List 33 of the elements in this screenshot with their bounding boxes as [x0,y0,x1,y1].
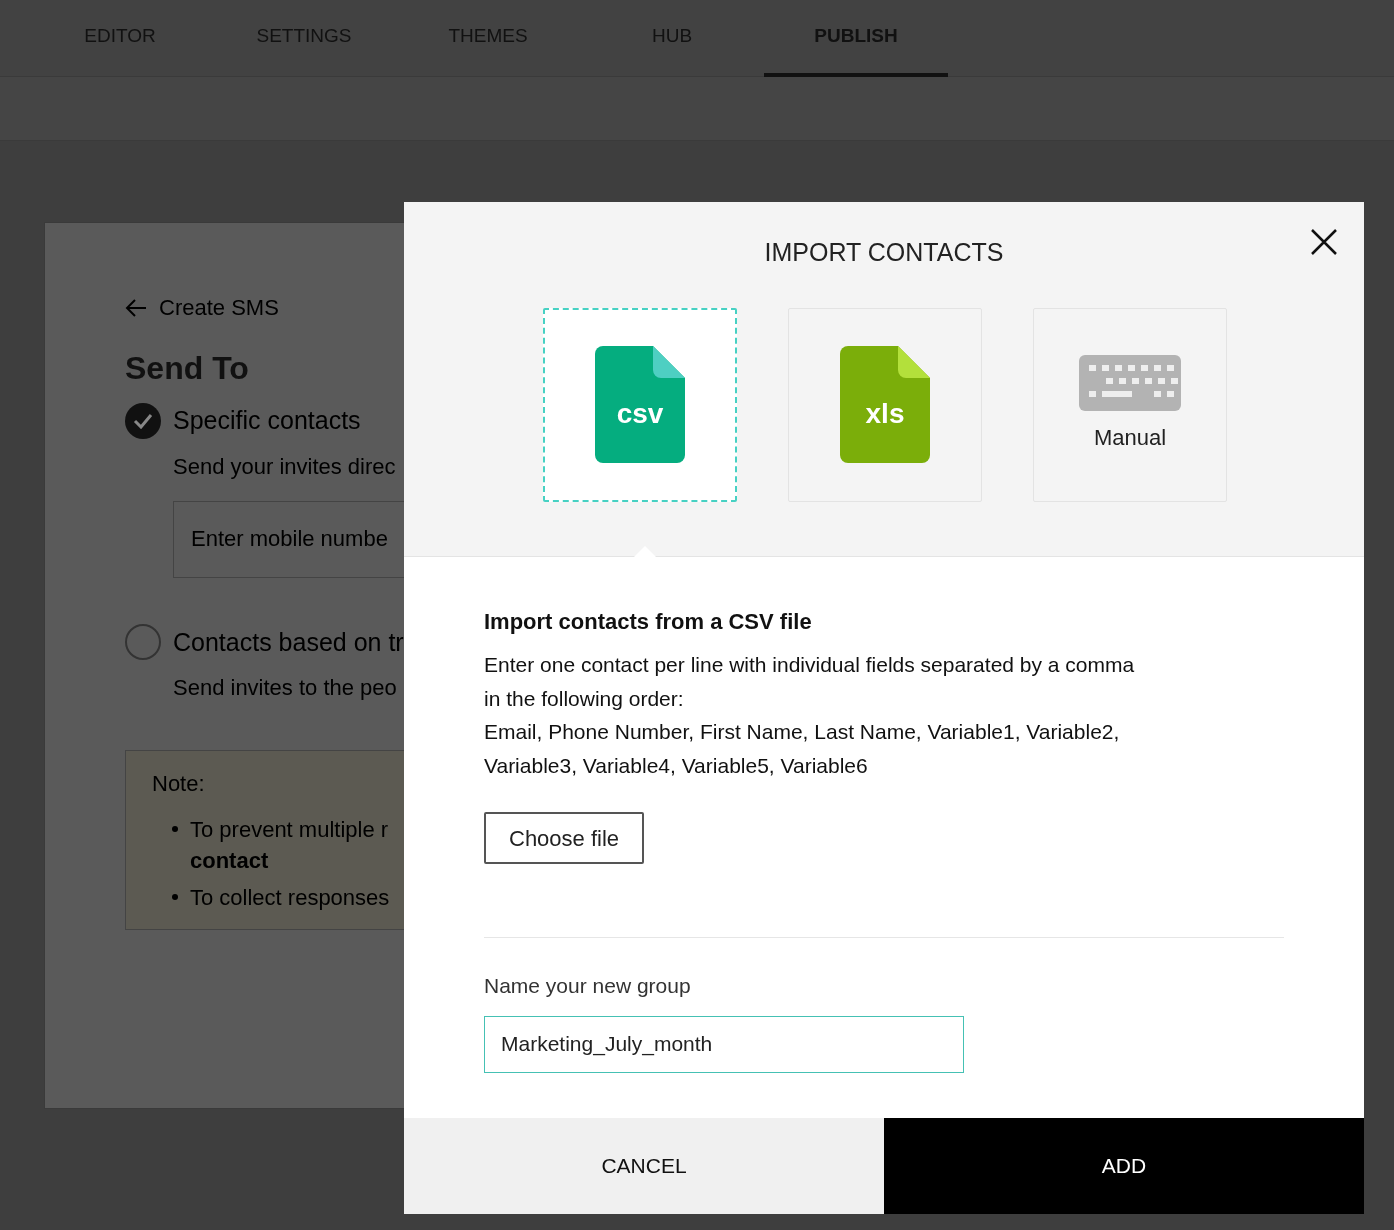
instruction-text: Enter one contact per line with individual fields separated by a comma in the following order: [484,652,1136,712]
import-source-option[interactable]: Manual [1033,307,1227,502]
add-button[interactable]: ADD [884,1118,1364,1214]
field-label: Name your new group [484,973,691,999]
option-description: Send invites to the peo [173,674,397,702]
import-source-option[interactable]: xls [788,307,982,502]
instruction-text: Email, Phone Number, First Name, Last Name, Variable1, Variable2, Variable3, Variable4, Variable5, Variable6 [484,719,1121,779]
bullet-icon [172,894,178,900]
back-link[interactable]: Create SMS [159,291,279,324]
file-type-label: xls [864,400,906,428]
cancel-button[interactable]: CANCEL [404,1118,884,1214]
choose-file-button[interactable]: Choose file [484,812,645,864]
file-icon [595,346,685,463]
keyboard-icon [1079,355,1181,411]
back-arrow-icon [125,297,147,318]
check-icon [133,412,153,429]
note-item: To collect responses [190,884,391,912]
option-label: Specific contacts [173,405,361,436]
file-icon [840,346,930,463]
close-button[interactable] [1310,228,1338,256]
option-description: Send your invites direc [173,452,396,481]
close-icon [1310,228,1338,256]
radio-button[interactable] [125,624,161,661]
bullet-icon [172,826,178,832]
section-title: Import contacts from a CSV file [484,608,812,636]
radio-button[interactable] [125,402,161,439]
note-title: Note: [152,770,205,798]
section-heading: Send To [125,349,249,388]
dialog-title: IMPORT CONTACTS [764,237,1004,268]
group-name-field[interactable]: Marketing_July_month [484,1015,964,1073]
note-item: To prevent multiple r contact [190,816,390,875]
file-type-label: csv [615,400,665,428]
option-label: Contacts based on tr [173,626,404,658]
